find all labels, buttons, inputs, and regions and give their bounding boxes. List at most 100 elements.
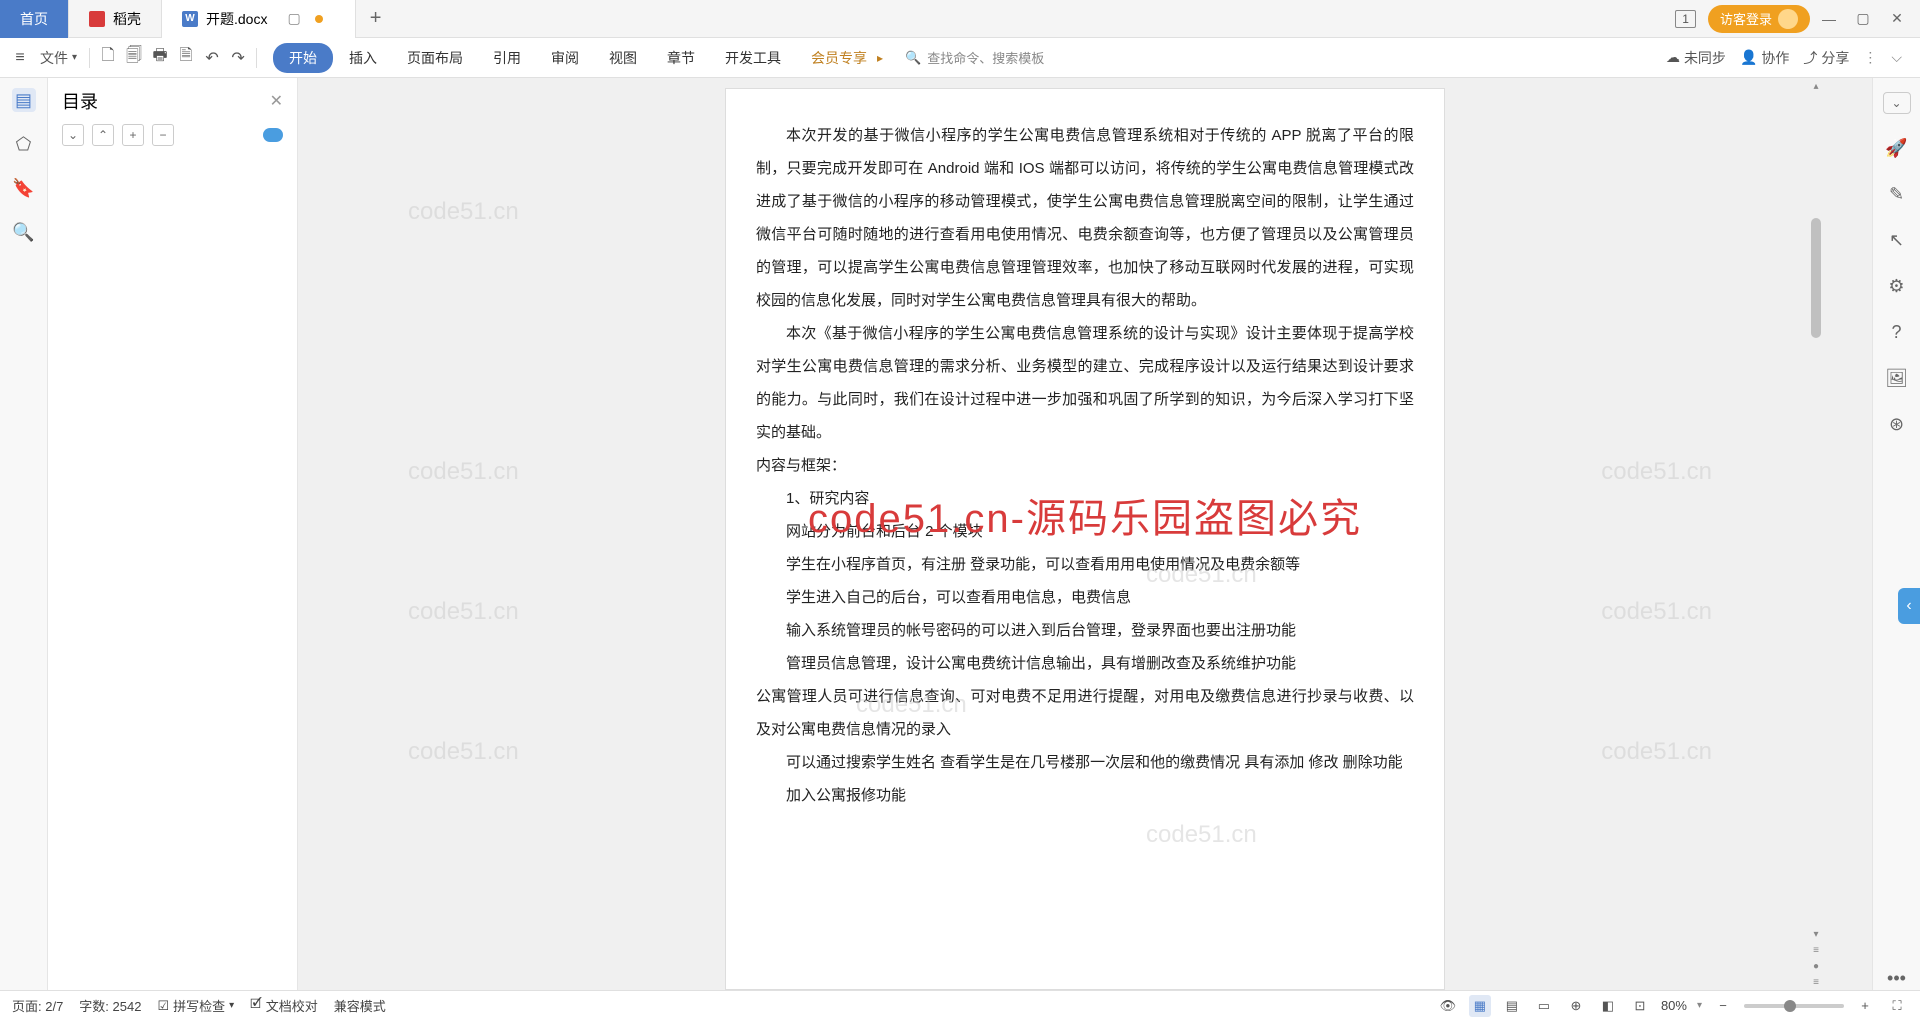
ruler-icon[interactable]: ⊡ [1629,995,1651,1017]
bookmark-icon[interactable]: 🔖 [12,176,36,200]
outline-toggle[interactable] [263,128,283,142]
tab-document[interactable]: W 开题.docx ▢ [162,0,356,38]
outline-icon[interactable]: ▤ [12,88,36,112]
menu-view[interactable]: 视图 [595,42,651,74]
search-rail-icon[interactable]: 🔍 [12,220,36,244]
menu-vip[interactable]: 会员专享 [797,42,881,74]
add-tab-button[interactable]: + [356,7,396,30]
print-preview-icon[interactable]: 🗎 [174,46,198,70]
tab-home-label: 首页 [20,9,48,29]
notification-badge[interactable]: 1 [1675,10,1696,28]
fullscreen-icon[interactable]: ⛶ [1886,995,1908,1017]
watermark: code51.cn [1601,738,1712,766]
left-rail: ▤ ⬠ 🔖 🔍 [0,78,48,990]
chevron-right-icon: ▸ [877,51,883,65]
scroll-thumb[interactable] [1811,218,1821,338]
sync-status[interactable]: ☁未同步 [1666,48,1726,68]
more-tools-icon[interactable]: ••• [1885,966,1909,990]
watermark: code51.cn [408,198,519,226]
compat-mode[interactable]: 兼容模式 [334,996,386,1015]
menu-devtools[interactable]: 开发工具 [711,42,795,74]
page-indicator[interactable]: 页面: 2/7 [12,996,63,1015]
big-watermark: code51.cn-源码乐园盗图必究 [808,486,1362,544]
document-area[interactable]: code51.cn code51.cn code51.cn code51.cn … [298,78,1872,990]
doc-check-icon: 🗹 [250,995,262,1017]
scroll-down-icon[interactable]: ▾ [1808,926,1824,942]
eye-icon[interactable]: 👁 [1437,995,1459,1017]
scroll-up-icon[interactable]: ▴ [1808,78,1824,94]
save-icon[interactable]: 🗋 [96,46,120,70]
web-view-icon[interactable]: ⊕ [1565,995,1587,1017]
undo-icon[interactable]: ↶ [200,46,224,70]
doc-paragraph: 本次《基于微信小程序的学生公寓电费信息管理系统的设计与实现》设计主要体现于提高学… [756,317,1414,449]
tag-icon[interactable]: ⬠ [12,132,36,156]
tab-home[interactable]: 首页 [0,0,69,38]
outline-tools: ⌄ ⌃ + − [62,124,283,146]
doc-line: 学生在小程序首页，有注册 登录功能，可以查看用用电使用情况及电费余额等 [756,548,1414,581]
menu-reference[interactable]: 引用 [479,42,535,74]
word-count[interactable]: 字数: 2542 [79,996,141,1015]
share-button[interactable]: ⤴分享 [1803,48,1849,68]
doc-line: 公寓管理人员可进行信息查询、可对电费不足用进行提醒，对用电及缴费信息进行抄录与收… [756,680,1414,746]
hamburger-icon[interactable]: ≡ [8,46,32,70]
status-bar: 页面: 2/7 字数: 2542 ☑拼写检查▾ 🗹文档校对 兼容模式 👁 ▦ ▤… [0,990,1920,1020]
read-view-icon[interactable]: ▭ [1533,995,1555,1017]
tab-daoke[interactable]: 稻壳 [69,0,162,38]
close-panel-icon[interactable]: ✕ [270,91,283,111]
menu-insert[interactable]: 插入 [335,42,391,74]
zoom-thumb[interactable] [1784,1000,1796,1012]
spell-check[interactable]: ☑拼写检查▾ [157,996,234,1015]
menu-layout[interactable]: 页面布局 [393,42,477,74]
browse-object-icon[interactable]: ● [1808,958,1824,974]
cursor-icon[interactable]: ↖ [1885,228,1909,252]
menu-review[interactable]: 审阅 [537,42,593,74]
add-icon[interactable]: + [122,124,144,146]
page-view-icon[interactable]: ▦ [1469,995,1491,1017]
outline-view-icon[interactable]: ▤ [1501,995,1523,1017]
zoom-out-icon[interactable]: − [1712,995,1734,1017]
tab-document-label: 开题.docx [206,9,267,29]
tab-bar: 首页 稻壳 W 开题.docx ▢ + 1 访客登录 — ▢ ✕ [0,0,1920,38]
settings-icon[interactable]: ⚙ [1885,274,1909,298]
zoom-value[interactable]: 80% [1661,998,1687,1013]
image-icon[interactable]: 🖼 [1885,366,1909,390]
next-page-icon[interactable]: ≡ [1808,974,1824,990]
search-box[interactable]: 🔍 查找命令、搜索模板 [905,48,1044,67]
zoom-in-icon[interactable]: + [1854,995,1876,1017]
minimize-button[interactable]: — [1814,4,1844,34]
expand-all-icon[interactable]: ⌃ [92,124,114,146]
presentation-icon[interactable]: ▢ [287,10,300,27]
maximize-button[interactable]: ▢ [1848,4,1878,34]
vertical-scrollbar[interactable]: ▴ ▾ ≡ ● ≡ [1808,78,1824,990]
menu-start[interactable]: 开始 [273,43,333,73]
search-placeholder: 查找命令、搜索模板 [927,48,1044,67]
pen-icon[interactable]: ✎ [1885,182,1909,206]
rocket-icon[interactable]: 🚀 [1885,136,1909,160]
help-icon[interactable]: ? [1885,320,1909,344]
file-menu[interactable]: 文件▾ [34,46,83,70]
watermark: code51.cn [408,738,519,766]
focus-view-icon[interactable]: ◧ [1597,995,1619,1017]
collapse-ribbon-icon[interactable]: ⌵ [1891,49,1902,66]
doc-line: 输入系统管理员的帐号密码的可以进入到后台管理，登录界面也要出注册功能 [756,614,1414,647]
main-area: ▤ ⬠ 🔖 🔍 目录 ✕ ⌄ ⌃ + − code51.cn code51.cn… [0,78,1920,990]
collapse-all-icon[interactable]: ⌄ [62,124,84,146]
save-as-icon[interactable]: 🗐 [122,46,146,70]
close-button[interactable]: ✕ [1882,4,1912,34]
login-button[interactable]: 访客登录 [1708,5,1810,33]
prev-page-icon[interactable]: ≡ [1808,942,1824,958]
more-icon[interactable]: ⋮ [1863,49,1877,66]
person-icon: 👤 [1740,49,1757,66]
proofread[interactable]: 🗹文档校对 [250,995,318,1017]
menu-chapter[interactable]: 章节 [653,42,709,74]
redo-icon[interactable]: ↷ [226,46,250,70]
gear-icon[interactable]: ⊛ [1885,412,1909,436]
zoom-slider[interactable] [1744,1004,1844,1008]
toolbar-right: ☁未同步 👤协作 ⤴分享 ⋮ ⌵ [1666,48,1912,68]
remove-icon[interactable]: − [152,124,174,146]
print-icon[interactable]: 🖶 [148,46,172,70]
side-handle[interactable]: ‹ [1898,588,1920,624]
right-rail: ⌄ 🚀 ✎ ↖ ⚙ ? 🖼 ⊛ ••• [1872,78,1920,990]
dropdown-icon[interactable]: ⌄ [1883,92,1911,114]
collab-button[interactable]: 👤协作 [1740,48,1789,68]
